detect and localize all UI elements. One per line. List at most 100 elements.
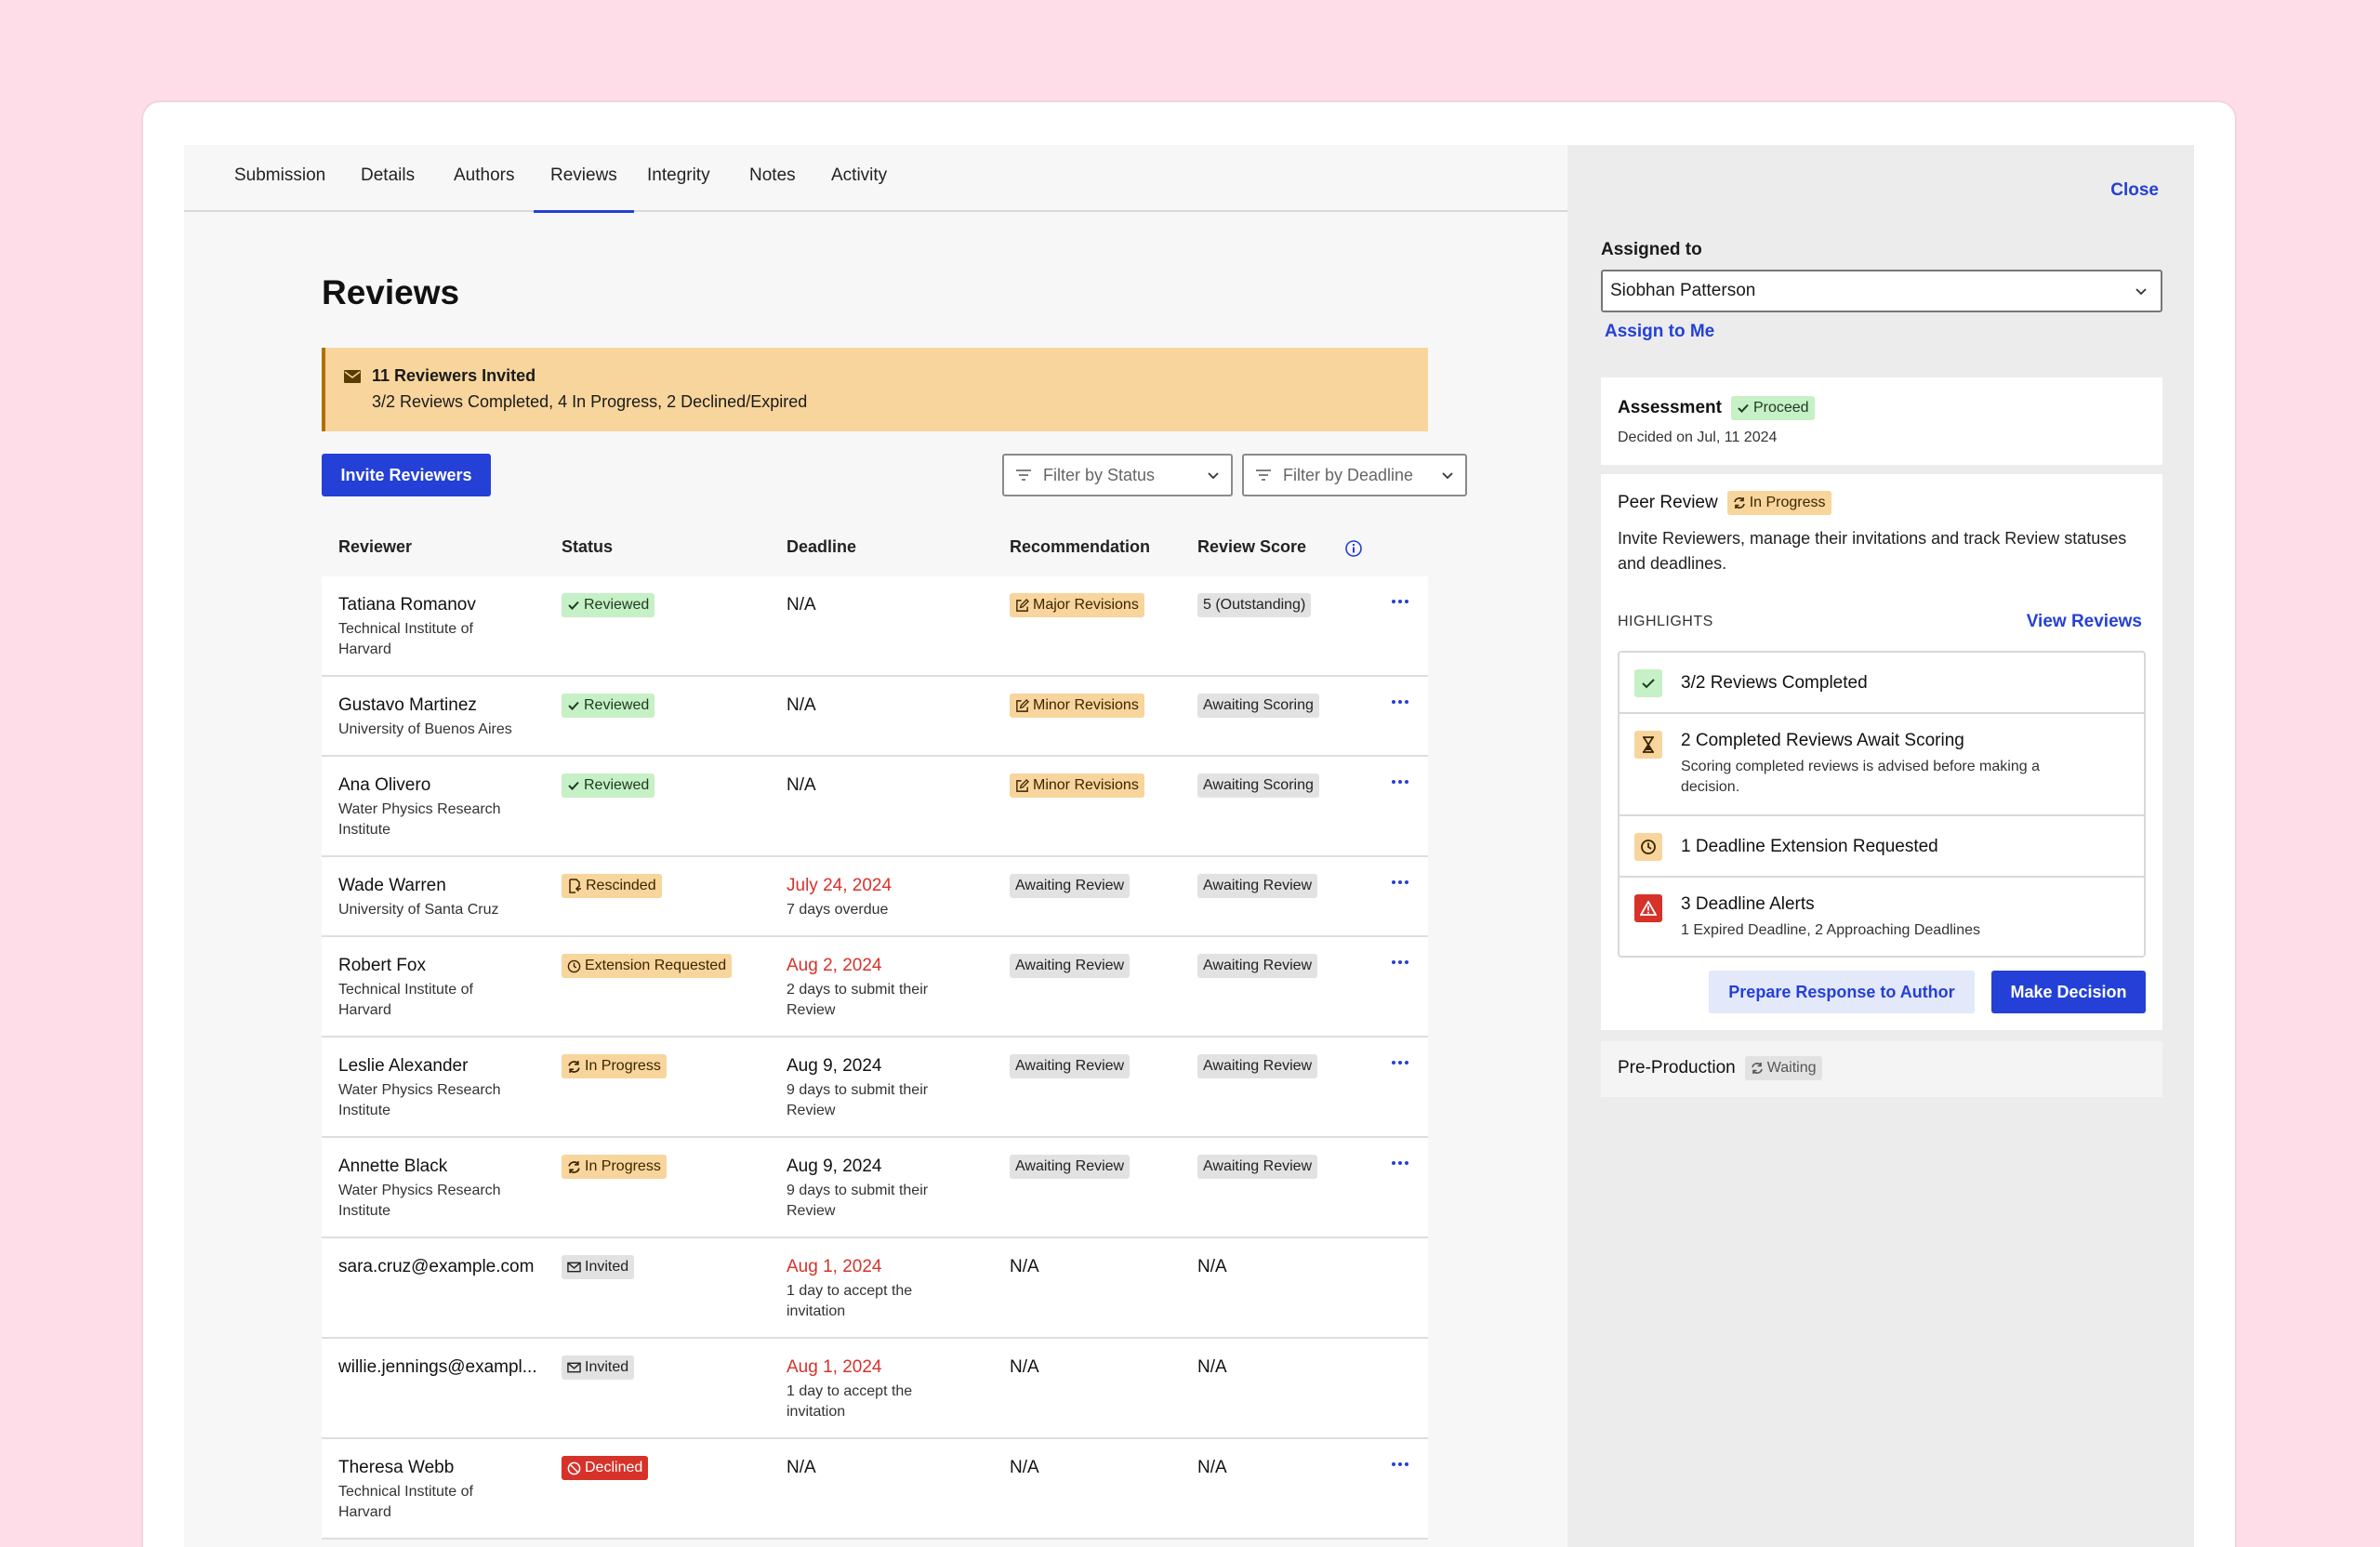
tab-activity[interactable]: Activity <box>831 165 887 186</box>
filter-status-label: Filter by Status <box>1043 465 1156 484</box>
tab-integrity[interactable]: Integrity <box>647 165 710 186</box>
info-icon[interactable] <box>1344 539 1363 558</box>
reviewer-cell: sara.cruz@example.com <box>338 1257 534 1277</box>
recommendation-badge: Major Revisions <box>1010 593 1144 617</box>
reviewer-cell: Annette Black Water Physics Research Inst… <box>338 1157 515 1222</box>
highlight-item: 3/2 Reviews Completed <box>1620 653 2144 714</box>
reviewer-name: Wade Warren <box>338 876 446 895</box>
tab-details[interactable]: Details <box>361 165 415 186</box>
reviewer-cell: Ana Olivero Water Physics Research Instit… <box>338 775 515 840</box>
hourglass-icon <box>1634 731 1662 759</box>
review-score-cell: Awaiting Review <box>1197 954 1318 978</box>
recommendation-value: N/A <box>1010 1458 1039 1477</box>
reviewer-cell: Robert Fox Technical Institute of Harvard <box>338 956 515 1021</box>
invite-reviewers-button[interactable]: Invite Reviewers <box>322 454 491 496</box>
mail-icon <box>567 1262 581 1273</box>
review-score-badge: Awaiting Review <box>1197 1155 1318 1179</box>
status-cell: Extension Requested <box>562 954 733 978</box>
filter-by-status-dropdown[interactable]: Filter by Status <box>1002 454 1233 496</box>
deadline-note: 9 days to submit their Review <box>787 1082 929 1118</box>
tab-submission[interactable]: Submission <box>234 165 325 186</box>
review-score-badge: Awaiting Review <box>1197 1054 1318 1078</box>
prepare-response-button[interactable]: Prepare Response to Author <box>1709 971 1975 1013</box>
status-badge: Invited <box>562 1355 635 1380</box>
more-options-icon[interactable] <box>1391 958 1409 967</box>
recommendation-cell: Awaiting Review <box>1010 954 1130 978</box>
reviewer-name: Gustavo Martinez <box>338 695 477 715</box>
filter-by-deadline-dropdown[interactable]: Filter by Deadline <box>1242 454 1467 496</box>
status-badge: In Progress <box>1726 491 1831 515</box>
table-row: willie.jennings@exampl... Invited Aug 1, 2… <box>322 1339 1428 1439</box>
deadline-cell: N/A <box>787 1458 816 1478</box>
status-cell: Reviewed <box>562 774 655 798</box>
peer-review-panel: Peer Review In Progress Invite Reviewers… <box>1601 474 2162 1030</box>
filter-deadline-label: Filter by Deadline <box>1283 465 1414 484</box>
reviewer-name: Annette Black <box>338 1157 448 1176</box>
deadline-cell: Aug 2, 2024 2 days to submit their Review <box>787 956 963 1021</box>
status-cell: In Progress <box>562 1155 667 1179</box>
tab-notes[interactable]: Notes <box>749 165 796 186</box>
review-score-badge: 5 (Outstanding) <box>1197 593 1312 617</box>
deadline-cell: Aug 9, 2024 9 days to submit their Review <box>787 1056 963 1121</box>
status-cell: Invited <box>562 1355 635 1380</box>
review-score-badge: Awaiting Review <box>1197 954 1318 978</box>
pre-production-panel: Pre-Production Waiting <box>1601 1041 2162 1097</box>
status-badge: Invited <box>562 1255 635 1279</box>
deadline-date: Aug 9, 2024 <box>787 1157 882 1176</box>
reviewer-name: Leslie Alexander <box>338 1056 469 1076</box>
main-pane: Submission Details Authors Reviews Integ… <box>184 145 1567 1547</box>
table-row: Wade Warren University of Santa Cruz Resci… <box>322 857 1428 937</box>
assessment-decided-date: Decided on Jul, 11 2024 <box>1618 430 1778 445</box>
highlight-title: 3/2 Reviews Completed <box>1681 673 1868 693</box>
more-options-icon[interactable] <box>1391 697 1409 707</box>
table-row: Leslie Alexander Water Physics Research I… <box>322 1038 1428 1138</box>
reviewer-cell: willie.jennings@exampl... <box>338 1357 537 1378</box>
close-button[interactable]: Close <box>2110 180 2159 201</box>
banner-title: 11 Reviewers Invited <box>372 366 536 385</box>
deadline-date: Aug 1, 2024 <box>787 1357 882 1377</box>
status-badge: Reviewed <box>562 694 655 718</box>
reviewer-affiliation: Technical Institute of Harvard <box>338 982 473 1018</box>
column-header-reviewer: Reviewer <box>338 537 413 556</box>
more-options-icon[interactable] <box>1391 1460 1409 1469</box>
review-score-value: N/A <box>1197 1458 1227 1477</box>
recommendation-badge: Minor Revisions <box>1010 774 1144 798</box>
reviewer-affiliation: Technical Institute of Harvard <box>338 1484 473 1520</box>
filter-icon <box>1016 469 1031 481</box>
reviewer-name: Tatiana Romanov <box>338 595 476 615</box>
reviewer-name: Theresa Webb <box>338 1458 455 1477</box>
check-icon <box>568 601 579 610</box>
assign-to-me-link[interactable]: Assign to Me <box>1605 322 1714 342</box>
reviewer-affiliation: University of Buenos Aires <box>338 721 512 737</box>
tab-reviews[interactable]: Reviews <box>534 165 634 213</box>
more-options-icon[interactable] <box>1391 597 1409 606</box>
deadline-note: 1 day to accept the invitation <box>787 1383 913 1420</box>
column-header-review-score: Review Score <box>1197 537 1307 556</box>
deadline-date: Aug 1, 2024 <box>787 1257 882 1276</box>
assignee-select[interactable]: Siobhan Patterson <box>1601 270 2162 312</box>
make-decision-button[interactable]: Make Decision <box>1991 971 2146 1013</box>
deadline-date: Aug 9, 2024 <box>787 1056 882 1076</box>
more-options-icon[interactable] <box>1391 1158 1409 1168</box>
status-badge: Waiting <box>1744 1056 1822 1080</box>
reviewer-cell: Gustavo Martinez University of Buenos Air… <box>338 695 515 740</box>
assignee-value: Siobhan Patterson <box>1610 281 1756 300</box>
status-cell: Reviewed <box>562 593 655 617</box>
deadline-cell: Aug 9, 2024 9 days to submit their Review <box>787 1157 963 1222</box>
deadline-date: N/A <box>787 1458 816 1477</box>
tab-authors[interactable]: Authors <box>454 165 514 186</box>
more-options-icon[interactable] <box>1391 878 1409 887</box>
review-score-badge: Awaiting Review <box>1197 874 1318 898</box>
chevron-down-icon <box>1208 472 1219 480</box>
ban-icon <box>567 1461 581 1474</box>
review-score-value: N/A <box>1197 1257 1227 1276</box>
reviewer-affiliation: University of Santa Cruz <box>338 902 499 918</box>
view-reviews-link[interactable]: View Reviews <box>2027 612 2142 632</box>
more-options-icon[interactable] <box>1391 777 1409 787</box>
deadline-note: 1 day to accept the invitation <box>787 1283 913 1319</box>
more-options-icon[interactable] <box>1391 1058 1409 1067</box>
status-badge: Reviewed <box>562 774 655 798</box>
reviewer-name: willie.jennings@exampl... <box>338 1357 537 1377</box>
deadline-note: 2 days to submit their Review <box>787 982 929 1018</box>
recommendation-badge: Awaiting Review <box>1010 1155 1130 1179</box>
